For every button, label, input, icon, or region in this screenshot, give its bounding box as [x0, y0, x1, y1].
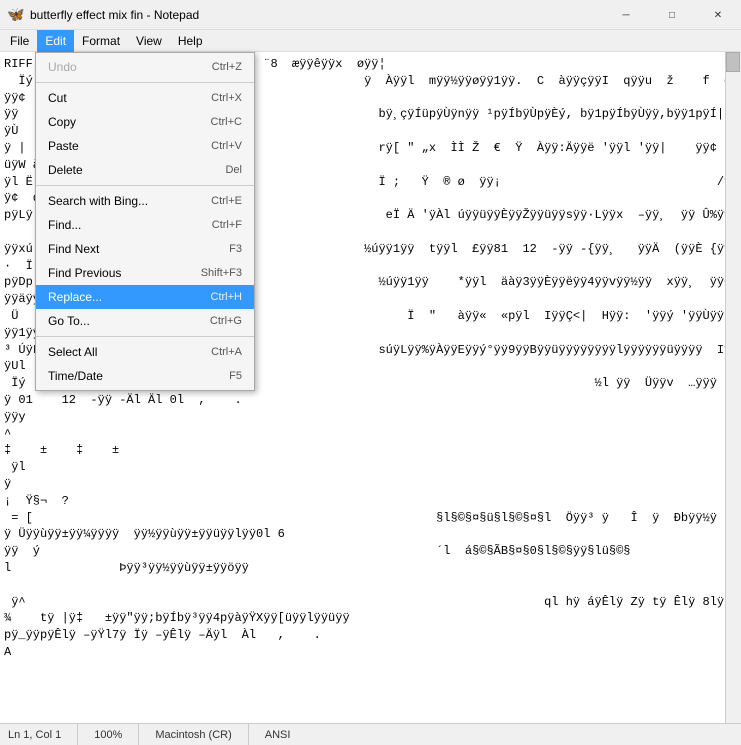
close-button[interactable]: ✕ [695, 0, 741, 30]
cursor-position: Ln 1, Col 1 [8, 724, 78, 745]
menu-paste[interactable]: Paste Ctrl+V [36, 134, 254, 158]
separator-1 [36, 82, 254, 83]
menu-search-bing[interactable]: Search with Bing... Ctrl+E [36, 189, 254, 213]
app-icon: 🦋 [8, 7, 24, 23]
encoding: ANSI [249, 724, 307, 745]
menu-cut[interactable]: Cut Ctrl+X [36, 86, 254, 110]
menu-undo[interactable]: Undo Ctrl+Z [36, 55, 254, 79]
minimize-button[interactable]: ─ [603, 0, 649, 30]
menu-delete[interactable]: Delete Del [36, 158, 254, 182]
title-bar: 🦋 butterfly effect mix fin - Notepad ─ □… [0, 0, 741, 30]
menu-time-date[interactable]: Time/Date F5 [36, 364, 254, 388]
separator-2 [36, 185, 254, 186]
menu-find-next[interactable]: Find Next F3 [36, 237, 254, 261]
line-ending: Macintosh (CR) [139, 724, 248, 745]
menu-copy[interactable]: Copy Ctrl+C [36, 110, 254, 134]
separator-3 [36, 336, 254, 337]
menu-view[interactable]: View [128, 30, 170, 52]
scroll-thumb[interactable] [726, 52, 740, 72]
menu-select-all[interactable]: Select All Ctrl+A [36, 340, 254, 364]
scrollbar[interactable] [725, 52, 741, 723]
menu-replace[interactable]: Replace... Ctrl+H [36, 285, 254, 309]
maximize-button[interactable]: □ [649, 0, 695, 30]
menu-bar: File Edit Format View Help Undo Ctrl+Z C… [0, 30, 741, 52]
status-bar: Ln 1, Col 1 100% Macintosh (CR) ANSI [0, 723, 741, 745]
edit-dropdown: Undo Ctrl+Z Cut Ctrl+X Copy Ctrl+C Paste… [35, 52, 255, 391]
window-controls: ─ □ ✕ [603, 0, 741, 30]
menu-edit[interactable]: Edit [37, 30, 74, 52]
menu-help[interactable]: Help [170, 30, 211, 52]
menu-goto[interactable]: Go To... Ctrl+G [36, 309, 254, 333]
menu-file[interactable]: File [2, 30, 37, 52]
menu-format[interactable]: Format [74, 30, 128, 52]
menu-find-previous[interactable]: Find Previous Shift+F3 [36, 261, 254, 285]
menu-find[interactable]: Find... Ctrl+F [36, 213, 254, 237]
zoom-level: 100% [78, 724, 139, 745]
